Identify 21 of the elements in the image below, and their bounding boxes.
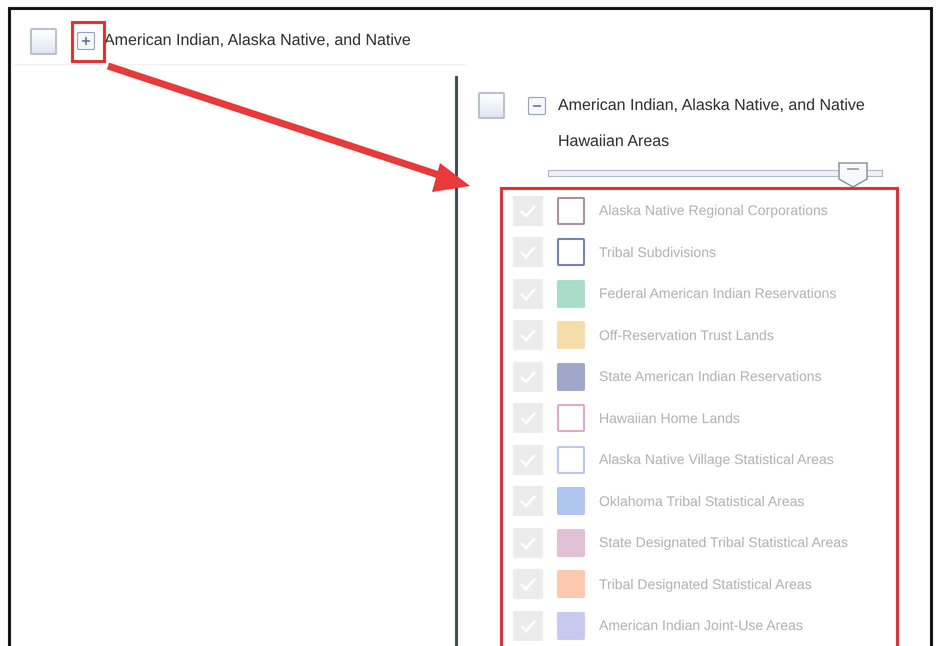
slider-thumb[interactable] [838,162,868,188]
sublayer-label: Alaska Native Regional Corporations [599,201,828,220]
opacity-slider[interactable] [548,162,883,188]
sublayer-label: Hawaiian Home Lands [599,408,740,428]
highlight-frame [71,21,106,63]
checkbox[interactable] [30,28,57,54]
plus-icon [81,36,91,46]
sublayer-label: Tribal Subdivisions [599,242,716,262]
layer-label: American Indian, Alaska Native, and Native [104,31,411,51]
sublayer-label: Tribal Designated Statistical Areas [599,574,812,594]
sublayer-label: State American Indian Reservations [599,367,822,386]
expand-toggle[interactable] [77,32,95,50]
sublayer-label: Oklahoma Tribal Statistical Areas [599,492,804,511]
sublayer-label: Federal American Indian Reservations [599,284,836,304]
sublayer-label: Alaska Native Village Statistical Areas [599,450,834,470]
sublayer-label: State Designated Tribal Statistical Areas [599,533,848,552]
expand-toggle[interactable] [528,97,546,115]
layer-label: American Indian, Alaska Native, and Native Hawaiian Areas [558,96,866,152]
sublayer-label: Off-Reservation Trust Lands [599,326,774,345]
checkbox[interactable] [478,92,505,119]
sublayer-label: American Indian Joint-Use Areas [599,616,803,636]
